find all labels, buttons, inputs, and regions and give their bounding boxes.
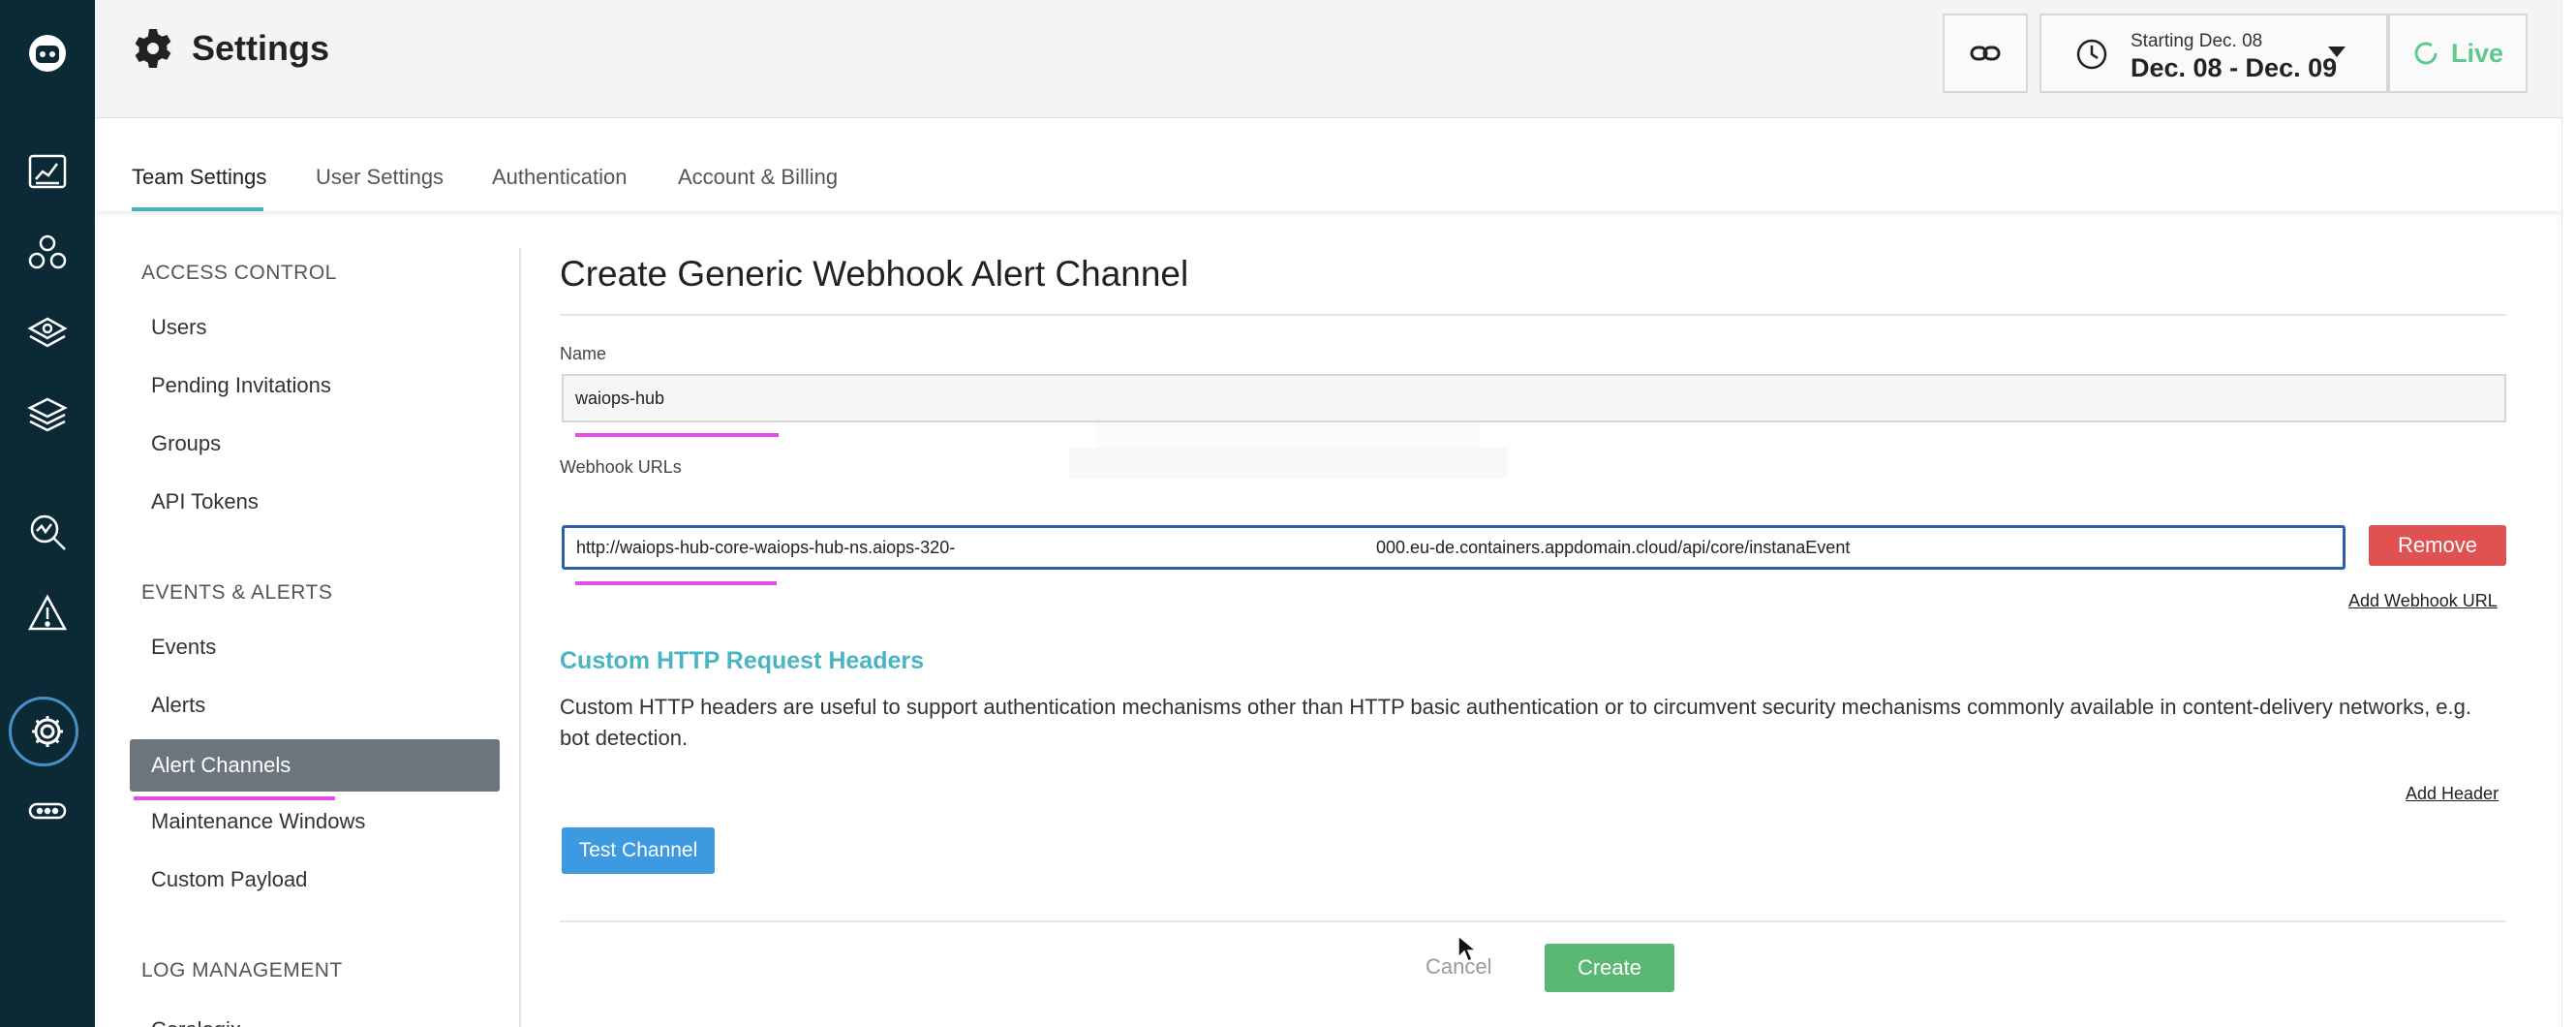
footer-divider: [560, 920, 2506, 922]
chevron-down-icon: [2328, 47, 2346, 57]
subnav-item-users[interactable]: Users: [130, 301, 500, 354]
section-heading-log-management: LOG MANAGEMENT: [141, 959, 343, 981]
section-heading-access-control: ACCESS CONTROL: [141, 262, 337, 284]
remove-webhook-button[interactable]: Remove: [2369, 525, 2506, 566]
subnav-item-groups[interactable]: Groups: [130, 418, 500, 470]
webhook-urls-label: Webhook URLs: [560, 457, 682, 477]
subnav-item-pending-invitations[interactable]: Pending Invitations: [130, 359, 500, 412]
alert-icon[interactable]: [23, 589, 72, 638]
subnav-item-events[interactable]: Events: [130, 621, 500, 673]
applications-icon[interactable]: [23, 229, 72, 277]
settings-icon[interactable]: [23, 707, 72, 756]
webhook-url-text: http://waiops-hub-core-waiops-hub-ns.aio…: [576, 538, 956, 557]
page-title-text: Settings: [192, 28, 330, 68]
nav-rail: [0, 0, 95, 1027]
annotation-underline: [575, 581, 777, 585]
name-label: Name: [560, 344, 607, 363]
settings-gear-icon: [135, 29, 171, 68]
subnav-item-maintenance-windows[interactable]: Maintenance Windows: [130, 795, 500, 848]
subnav-item-alert-channels[interactable]: Alert Channels: [130, 739, 500, 792]
tab-account-billing[interactable]: Account & Billing: [678, 165, 838, 190]
subnav-item-api-tokens[interactable]: API Tokens: [130, 476, 500, 528]
tab-user-settings[interactable]: User Settings: [316, 165, 444, 190]
mouse-cursor-icon: [1457, 934, 1478, 963]
custom-headers-title: Custom HTTP Request Headers: [560, 647, 925, 674]
date-range-value: Dec. 08 - Dec. 09: [2131, 53, 2338, 82]
settings-subnav: ACCESS CONTROL Users Pending Invitations…: [95, 211, 521, 1027]
subnav-item-coralogix[interactable]: Coralogix: [130, 1004, 500, 1027]
tab-authentication[interactable]: Authentication: [492, 165, 627, 190]
more-icon[interactable]: [23, 787, 72, 835]
scrollbar[interactable]: [2561, 0, 2576, 1027]
form-title: Create Generic Webhook Alert Channel: [560, 254, 1189, 294]
platform-icon[interactable]: [23, 310, 72, 358]
robot-logo-icon[interactable]: [23, 29, 72, 78]
live-label: Live: [2450, 38, 2504, 68]
divider: [560, 314, 2506, 316]
refresh-icon: [2414, 42, 2438, 65]
add-webhook-url-link[interactable]: Add Webhook URL: [2348, 591, 2498, 611]
add-header-link[interactable]: Add Header: [2406, 784, 2499, 804]
subnav-item-alerts[interactable]: Alerts: [130, 679, 500, 731]
webhook-url-input[interactable]: http://waiops-hub-core-waiops-hub-ns.aio…: [562, 525, 2346, 570]
create-button[interactable]: Create: [1545, 944, 1674, 992]
name-input[interactable]: waiops-hub: [562, 374, 2506, 422]
annotation-underline: [575, 433, 779, 437]
top-header: Settings Starting Dec. 08 Dec. 08 - Dec.…: [95, 0, 2566, 118]
analyze-icon[interactable]: [23, 508, 72, 556]
clock-icon: [2076, 39, 2107, 70]
settings-tabs: Team Settings User Settings Authenticati…: [95, 118, 2566, 211]
infrastructure-icon[interactable]: [23, 391, 72, 440]
test-channel-button[interactable]: Test Channel: [562, 827, 715, 874]
subnav-item-custom-payload[interactable]: Custom Payload: [130, 854, 500, 906]
live-button[interactable]: Live: [2388, 14, 2528, 93]
redaction-block: [1069, 448, 1507, 479]
webhook-url-text: 000.eu-de.containers.appdomain.cloud/api…: [1376, 538, 1851, 557]
dashboard-icon[interactable]: [23, 147, 72, 196]
custom-headers-description: Custom HTTP headers are useful to suppor…: [560, 695, 2471, 750]
subnav-divider: [519, 248, 521, 1027]
link-icon: [1970, 46, 2001, 61]
date-range-caption: Starting Dec. 08: [2131, 31, 2263, 51]
tab-team-settings[interactable]: Team Settings: [132, 165, 266, 190]
section-heading-events-alerts: EVENTS & ALERTS: [141, 581, 333, 604]
redaction-block: [1096, 422, 1480, 448]
date-range-picker[interactable]: Starting Dec. 08 Dec. 08 - Dec. 09: [2039, 14, 2388, 93]
page-title: Settings: [132, 27, 329, 70]
copy-link-button[interactable]: [1943, 14, 2028, 93]
